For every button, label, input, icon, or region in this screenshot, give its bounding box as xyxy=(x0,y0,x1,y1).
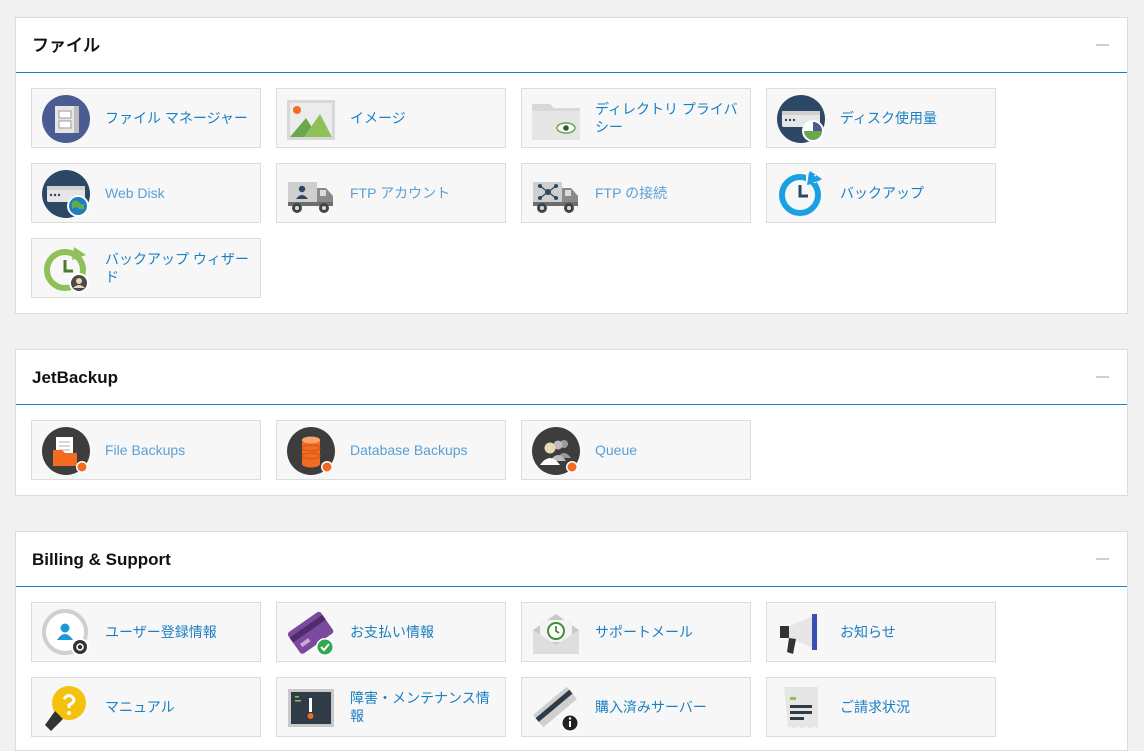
purchased-servers-label: 購入済みサーバー xyxy=(595,699,707,715)
disk-usage-icon xyxy=(776,94,826,144)
ftp-connections-item[interactable]: FTP の接続 xyxy=(521,163,751,223)
file-manager-item[interactable]: ファイル マネージャー xyxy=(31,88,261,148)
backup-item[interactable]: バックアップ xyxy=(766,163,996,223)
support-mail-item[interactable]: サポートメール xyxy=(521,602,751,662)
collapse-icon[interactable] xyxy=(1096,44,1109,46)
ftp-connections-label: FTP の接続 xyxy=(595,185,668,201)
billing-status-label: ご請求状況 xyxy=(840,699,910,715)
backup-wizard-icon xyxy=(41,244,91,294)
backup-wizard-item[interactable]: バックアップ ウィザード xyxy=(31,238,261,298)
ftp-accounts-label: FTP アカウント xyxy=(350,185,451,201)
purchased-servers-item[interactable]: 購入済みサーバー xyxy=(521,677,751,737)
web-disk-icon xyxy=(41,169,91,219)
maintenance-info-item[interactable]: 障害・メンテナンス情報 xyxy=(276,677,506,737)
file-manager-icon xyxy=(41,94,91,144)
directory-privacy-icon xyxy=(531,94,581,144)
billing-support-panel-title: Billing & Support xyxy=(32,550,171,569)
ftp-accounts-icon xyxy=(286,169,336,219)
jetbackup-panel-title: JetBackup xyxy=(32,368,118,387)
billing-status-icon xyxy=(776,683,826,733)
collapse-icon[interactable] xyxy=(1096,376,1109,378)
images-icon xyxy=(286,94,336,144)
ftp-connections-icon xyxy=(531,169,581,219)
user-info-icon xyxy=(41,608,91,658)
manual-label: マニュアル xyxy=(105,699,175,715)
database-backups-label: Database Backups xyxy=(350,442,468,458)
announcements-item[interactable]: お知らせ xyxy=(766,602,996,662)
directory-privacy-item[interactable]: ディレクトリ プライバシー xyxy=(521,88,751,148)
directory-privacy-label: ディレクトリ プライバシー xyxy=(595,101,738,135)
manual-item[interactable]: マニュアル xyxy=(31,677,261,737)
files-panel-title: ファイル xyxy=(32,36,100,55)
payment-info-item[interactable]: お支払い情報 xyxy=(276,602,506,662)
maintenance-info-label: 障害・メンテナンス情報 xyxy=(350,690,490,724)
support-mail-label: サポートメール xyxy=(595,624,693,640)
disk-usage-item[interactable]: ディスク使用量 xyxy=(766,88,996,148)
user-info-label: ユーザー登録情報 xyxy=(105,624,217,640)
queue-label: Queue xyxy=(595,442,638,458)
payment-info-label: お支払い情報 xyxy=(350,624,434,640)
database-backups-item[interactable]: Database Backups xyxy=(276,420,506,480)
disk-usage-label: ディスク使用量 xyxy=(840,110,938,126)
backup-icon xyxy=(776,169,826,219)
database-backups-icon xyxy=(286,426,336,476)
billing-support-panel-header[interactable]: Billing & Support xyxy=(16,532,1127,587)
maintenance-info-icon xyxy=(286,683,336,733)
collapse-icon[interactable] xyxy=(1096,558,1109,560)
announcements-icon xyxy=(776,608,826,658)
support-mail-icon xyxy=(531,608,581,658)
announcements-label: お知らせ xyxy=(840,624,896,640)
files-panel: ファイル ファイル マネージャー イメージ ディレクトリ プライバシー ディスク… xyxy=(15,17,1128,314)
queue-item[interactable]: Queue xyxy=(521,420,751,480)
images-label: イメージ xyxy=(350,110,406,126)
jetbackup-panel: JetBackup File Backups Database Backups … xyxy=(15,349,1128,496)
files-panel-header[interactable]: ファイル xyxy=(16,18,1127,73)
ftp-accounts-item[interactable]: FTP アカウント xyxy=(276,163,506,223)
payment-info-icon xyxy=(286,608,336,658)
user-info-item[interactable]: ユーザー登録情報 xyxy=(31,602,261,662)
jetbackup-panel-header[interactable]: JetBackup xyxy=(16,350,1127,405)
purchased-servers-icon xyxy=(531,683,581,733)
file-backups-icon xyxy=(41,426,91,476)
billing-support-panel: Billing & Support ユーザー登録情報 お支払い情報 サポートメー… xyxy=(15,531,1128,751)
web-disk-label: Web Disk xyxy=(105,185,165,201)
file-backups-item[interactable]: File Backups xyxy=(31,420,261,480)
queue-icon xyxy=(531,426,581,476)
images-item[interactable]: イメージ xyxy=(276,88,506,148)
backup-wizard-label: バックアップ ウィザード xyxy=(105,251,249,285)
web-disk-item[interactable]: Web Disk xyxy=(31,163,261,223)
file-manager-label: ファイル マネージャー xyxy=(105,110,248,126)
file-backups-label: File Backups xyxy=(105,442,186,458)
billing-status-item[interactable]: ご請求状況 xyxy=(766,677,996,737)
backup-label: バックアップ xyxy=(840,185,924,201)
manual-icon xyxy=(41,683,91,733)
